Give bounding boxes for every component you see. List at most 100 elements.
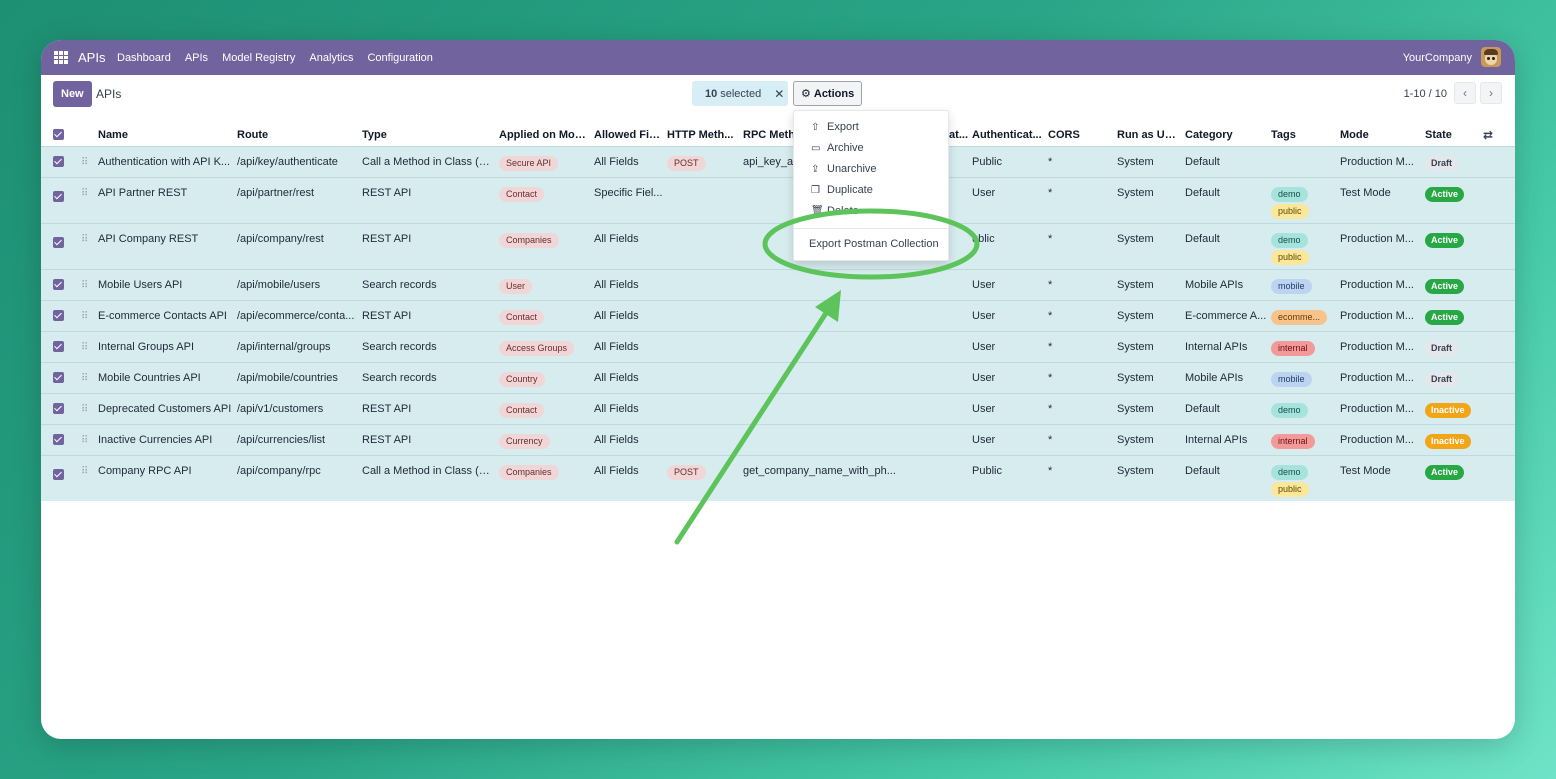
row-checkbox[interactable] bbox=[53, 156, 64, 168]
model-badge: Contact bbox=[499, 402, 545, 418]
row-checkbox[interactable] bbox=[53, 469, 64, 481]
pager-next-button[interactable]: › bbox=[1480, 82, 1502, 104]
cell-mode: Production M... bbox=[1340, 433, 1414, 446]
col-http-method[interactable]: HTTP Meth... bbox=[665, 124, 741, 146]
action-archive[interactable]: ▭ Archive bbox=[811, 142, 864, 154]
table-row[interactable]: ⠿ Mobile Users API/api/mobile/users Search… bbox=[41, 269, 1515, 300]
col-category[interactable]: Category bbox=[1183, 124, 1269, 146]
cell-mode: Production M... bbox=[1340, 402, 1414, 415]
cell-cors: * bbox=[1048, 309, 1053, 322]
cell-allowed-fields: All Fields bbox=[594, 155, 639, 168]
table-row[interactable]: ⠿ Deprecated Customers API/api/v1/custome… bbox=[41, 393, 1515, 424]
cell-tags: internal bbox=[1269, 424, 1338, 455]
col-route[interactable]: Route bbox=[235, 124, 360, 146]
state-badge: Active bbox=[1425, 309, 1465, 325]
col-authentication[interactable]: Authenticat... bbox=[970, 124, 1046, 146]
col-name[interactable]: Name bbox=[96, 124, 235, 146]
action-delete[interactable]: 🗑 Delete bbox=[811, 205, 859, 214]
drag-handle-icon[interactable]: ⠿ bbox=[81, 342, 88, 353]
action-duplicate[interactable]: ❐ Duplicate bbox=[811, 184, 873, 196]
col-type[interactable]: Type bbox=[360, 124, 497, 146]
drag-handle-icon[interactable]: ⠿ bbox=[81, 373, 88, 384]
actions-button[interactable]: ⚙ Actions bbox=[793, 81, 863, 106]
col-state[interactable]: State bbox=[1423, 124, 1481, 146]
row-checkbox[interactable] bbox=[53, 341, 64, 353]
cell-tags: internal bbox=[1269, 331, 1338, 362]
row-checkbox[interactable] bbox=[53, 434, 64, 446]
drag-handle-icon[interactable]: ⠿ bbox=[81, 404, 88, 415]
drag-handle-icon[interactable]: ⠿ bbox=[81, 234, 88, 245]
col-tags[interactable]: Tags bbox=[1269, 124, 1338, 146]
cell-authentication: User bbox=[972, 433, 996, 446]
apps-menu-icon[interactable] bbox=[54, 51, 68, 64]
action-export-postman-collection[interactable]: Export Postman Collection bbox=[809, 238, 939, 250]
drag-handle-icon[interactable]: ⠿ bbox=[81, 435, 88, 446]
row-checkbox[interactable] bbox=[53, 191, 64, 203]
row-checkbox[interactable] bbox=[53, 279, 64, 291]
action-unarchive[interactable]: ⇪ Unarchive bbox=[811, 163, 877, 175]
pager-value[interactable]: 1-10 / 10 bbox=[1404, 88, 1447, 100]
menu-item-apis[interactable]: APIs bbox=[185, 52, 208, 64]
table-row[interactable]: ⠿ Mobile Countries API/api/mobile/countri… bbox=[41, 362, 1515, 393]
state-badge: Draft bbox=[1425, 371, 1459, 387]
col-cors[interactable]: CORS bbox=[1046, 124, 1115, 146]
cell-category: Internal APIs bbox=[1185, 340, 1248, 353]
drag-handle-icon[interactable]: ⠿ bbox=[81, 280, 88, 291]
pager-previous-button[interactable]: ‹ bbox=[1454, 82, 1476, 104]
menu-item-model-registry[interactable]: Model Registry bbox=[222, 52, 295, 64]
cell-cors: * bbox=[1048, 155, 1053, 168]
cell-allowed-fields: All Fields bbox=[594, 278, 639, 291]
table-row[interactable]: ⠿ E-commerce Contacts API/api/ecommerce/c… bbox=[41, 300, 1515, 331]
user-avatar[interactable] bbox=[1481, 47, 1501, 67]
table-row[interactable]: ⠿ Internal Groups API/api/internal/groups… bbox=[41, 331, 1515, 362]
trash-icon: 🗑 bbox=[811, 205, 824, 214]
cell-tags: demo public bbox=[1269, 177, 1338, 223]
drag-handle-icon[interactable]: ⠿ bbox=[81, 466, 88, 477]
cell-name: Mobile Users API bbox=[98, 278, 183, 291]
table-row[interactable]: ⠿ API Partner REST/api/partner/rest REST A… bbox=[41, 177, 1515, 223]
cell-mode: Production M... bbox=[1340, 278, 1414, 291]
cell-rpc-method: get_company_name_with_ph... bbox=[743, 464, 896, 477]
company-switcher[interactable]: YourCompany bbox=[1403, 52, 1472, 64]
col-mode[interactable]: Mode bbox=[1338, 124, 1423, 146]
cell-run-as-user: System bbox=[1117, 433, 1154, 446]
table-row[interactable]: ⠿ Inactive Currencies API/api/currencies/… bbox=[41, 424, 1515, 455]
table-row[interactable]: ⠿ Authentication with API K... /api/key/au… bbox=[41, 146, 1515, 177]
drag-handle-icon[interactable]: ⠿ bbox=[81, 311, 88, 322]
cell-mode: Test Mode bbox=[1340, 464, 1391, 477]
cell-allowed-fields: All Fields bbox=[594, 464, 639, 477]
table-row[interactable]: ⠿ Company RPC API/api/company/rpc Call a M… bbox=[41, 455, 1515, 501]
col-run-as-user[interactable]: Run as User bbox=[1115, 124, 1183, 146]
cell-type: REST API bbox=[362, 232, 412, 245]
cell-tags: demo public bbox=[1269, 455, 1338, 501]
row-checkbox[interactable] bbox=[53, 372, 64, 384]
cell-route: /api/v1/customers bbox=[237, 402, 324, 415]
select-all-checkbox[interactable] bbox=[53, 129, 64, 141]
model-badge: Access Groups bbox=[499, 340, 575, 356]
menu-item-dashboard[interactable]: Dashboard bbox=[117, 52, 171, 64]
clear-selection-icon[interactable]: ✕ bbox=[774, 87, 784, 101]
menu-item-configuration[interactable]: Configuration bbox=[367, 52, 432, 64]
drag-handle-icon[interactable]: ⠿ bbox=[81, 157, 88, 168]
cell-route: /api/company/rpc bbox=[237, 464, 321, 477]
app-brand[interactable]: APIs bbox=[78, 50, 105, 65]
drag-handle-icon[interactable]: ⠿ bbox=[81, 188, 88, 199]
model-badge: Currency bbox=[499, 433, 550, 449]
col-applied-model[interactable]: Applied on Mod... bbox=[497, 124, 592, 146]
menu-item-analytics[interactable]: Analytics bbox=[309, 52, 353, 64]
state-badge: Active bbox=[1425, 232, 1465, 248]
row-checkbox[interactable] bbox=[53, 237, 64, 249]
col-allowed-fields[interactable]: Allowed Fie... bbox=[592, 124, 665, 146]
cell-run-as-user: System bbox=[1117, 155, 1154, 168]
optional-columns-icon[interactable]: ⇄ bbox=[1483, 128, 1493, 142]
cell-route: /api/currencies/list bbox=[237, 433, 326, 446]
new-button[interactable]: New bbox=[53, 81, 92, 107]
tag-badge: internal bbox=[1271, 433, 1315, 449]
cell-rpc-method bbox=[741, 424, 970, 455]
action-export[interactable]: ⇧ Export bbox=[811, 121, 859, 133]
cell-allowed-fields: All Fields bbox=[594, 402, 639, 415]
row-checkbox[interactable] bbox=[53, 310, 64, 322]
row-checkbox[interactable] bbox=[53, 403, 64, 415]
table-row[interactable]: ⠿ API Company REST/api/company/rest REST A… bbox=[41, 223, 1515, 269]
model-badge: Companies bbox=[499, 464, 559, 480]
